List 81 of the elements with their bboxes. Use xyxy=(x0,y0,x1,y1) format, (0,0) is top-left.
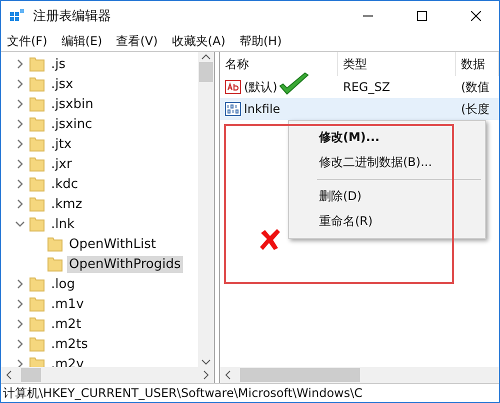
scroll-down-icon[interactable] xyxy=(201,357,211,367)
tree-item[interactable]: .kdc xyxy=(49,176,80,192)
tree-item[interactable]: .m2ts xyxy=(49,336,90,352)
horizontal-scrollbar[interactable] xyxy=(1,367,214,383)
chevron-right-icon[interactable] xyxy=(15,199,25,209)
folder-icon xyxy=(29,76,45,92)
chevron-right-icon[interactable] xyxy=(15,319,25,329)
value-data: (数值 xyxy=(461,78,490,96)
tree-item[interactable]: .jsxbin xyxy=(49,96,96,112)
menu-item[interactable]: 帮助(H) xyxy=(239,32,282,50)
registry-app-icon xyxy=(9,8,25,24)
folder-icon xyxy=(29,156,45,172)
tree-item[interactable]: .log xyxy=(49,276,77,292)
scrollbar-thumb[interactable] xyxy=(240,368,360,382)
tree-item[interactable]: .jsx xyxy=(49,76,76,92)
tree-item[interactable]: .jsxinc xyxy=(49,116,94,132)
folder-icon xyxy=(29,56,45,72)
menu-item[interactable]: 文件(F) xyxy=(7,32,48,50)
value-name[interactable]: (默认) xyxy=(244,78,278,96)
tree-item[interactable]: .kmz xyxy=(49,196,84,212)
value-data: (长度 xyxy=(461,100,490,118)
chevron-down-icon[interactable] xyxy=(15,219,25,229)
close-icon xyxy=(471,11,481,21)
tree-item[interactable]: OpenWithProgids xyxy=(67,256,183,272)
cross-mark-icon xyxy=(258,228,282,252)
chevron-right-icon[interactable] xyxy=(15,359,25,367)
vertical-scrollbar[interactable] xyxy=(198,52,214,367)
column-header[interactable]: 类型 xyxy=(338,52,456,76)
folder-icon xyxy=(29,116,45,132)
chevron-right-icon[interactable] xyxy=(15,179,25,189)
chevron-right-icon[interactable] xyxy=(15,79,25,89)
menu-item[interactable]: 编辑(E) xyxy=(61,32,102,50)
context-menu-item[interactable]: 修改二进制数据(B)... xyxy=(289,150,485,175)
value-name[interactable]: lnkfile xyxy=(244,102,280,116)
chevron-right-icon[interactable] xyxy=(15,159,25,169)
selected-row[interactable]: lnkfile (长度 xyxy=(220,98,499,120)
scroll-up-icon[interactable] xyxy=(201,52,211,62)
window-title: 注册表编辑器 xyxy=(33,8,112,25)
tree-item[interactable]: OpenWithList xyxy=(67,236,158,252)
menu-item[interactable]: 查看(V) xyxy=(116,32,158,50)
status-bar-path: 计算机\HKEY_CURRENT_USER\Software\Microsoft\Windows\C xyxy=(3,384,363,402)
value-type: REG_SZ xyxy=(343,80,390,94)
scroll-left-icon[interactable] xyxy=(224,370,232,380)
scrollbar-thumb[interactable] xyxy=(21,368,41,382)
chevron-right-icon[interactable] xyxy=(15,299,25,309)
folder-icon xyxy=(47,256,63,272)
folder-icon xyxy=(29,176,45,192)
scrollbar-thumb[interactable] xyxy=(199,62,213,82)
folder-icon xyxy=(47,236,63,252)
tree-item[interactable]: .lnk xyxy=(49,216,77,232)
binary-value-icon xyxy=(225,102,241,116)
context-menu-item[interactable]: 重命名(R) xyxy=(289,209,485,234)
folder-icon xyxy=(29,196,45,212)
horizontal-scrollbar[interactable] xyxy=(220,367,499,383)
context-menu-item[interactable]: 修改(M)... xyxy=(289,125,485,150)
tree-item[interactable]: .jxr xyxy=(49,156,74,172)
folder-icon xyxy=(29,136,45,152)
folder-icon xyxy=(29,276,45,292)
chevron-right-icon[interactable] xyxy=(15,339,25,349)
tree-item[interactable]: .js xyxy=(49,56,68,72)
context-menu-item[interactable]: 删除(D) xyxy=(289,184,485,209)
tree-item[interactable]: .jtx xyxy=(49,136,74,152)
tree-item[interactable]: .m1v xyxy=(49,296,86,312)
tree-item[interactable]: .m2t xyxy=(49,316,84,332)
folder-icon xyxy=(29,96,45,112)
maximize-icon xyxy=(417,11,427,21)
folder-icon xyxy=(29,216,45,232)
chevron-right-icon[interactable] xyxy=(15,119,25,129)
chevron-right-icon[interactable] xyxy=(15,139,25,149)
chevron-right-icon[interactable] xyxy=(15,279,25,289)
folder-icon xyxy=(29,316,45,332)
folder-icon xyxy=(29,296,45,312)
table-row[interactable]: (默认) REG_SZ (数值 xyxy=(220,76,499,98)
menu-item[interactable]: 收藏夹(A) xyxy=(172,32,226,50)
scroll-left-icon[interactable] xyxy=(5,370,13,380)
chevron-right-icon[interactable] xyxy=(15,59,25,69)
folder-icon xyxy=(29,336,45,352)
scroll-right-icon[interactable] xyxy=(202,370,210,380)
string-value-icon xyxy=(225,80,241,94)
column-header[interactable]: 数据 xyxy=(456,52,499,76)
chevron-right-icon[interactable] xyxy=(15,99,25,109)
